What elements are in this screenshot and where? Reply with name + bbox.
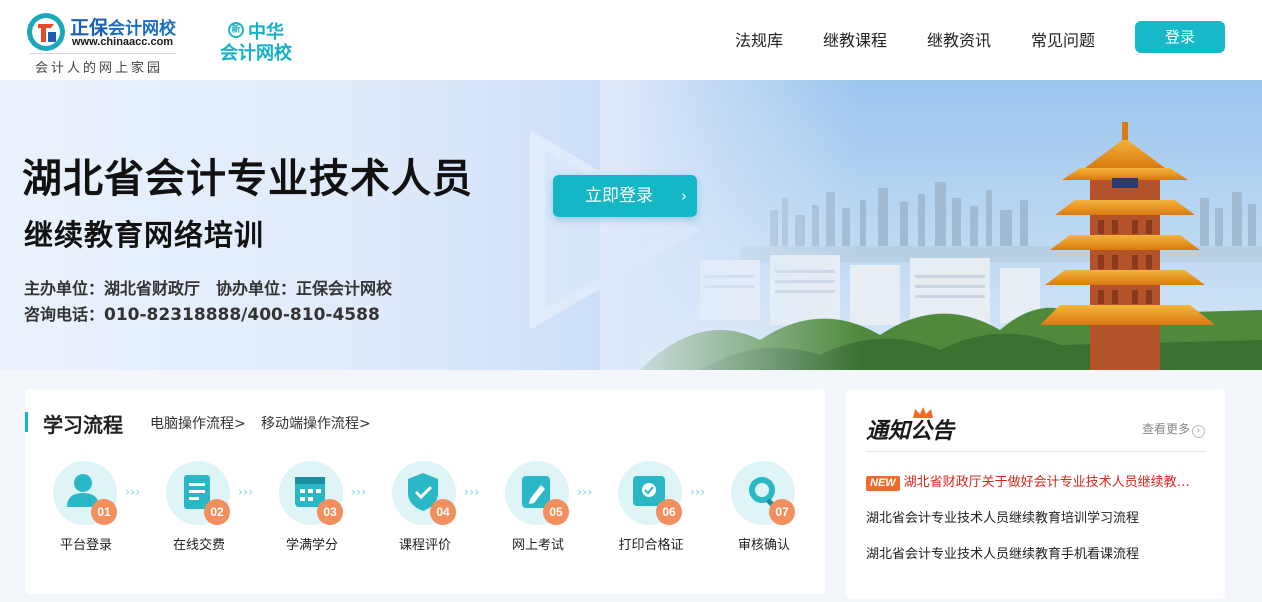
step-label: 打印合格证 bbox=[618, 538, 684, 553]
nav-law-library[interactable]: 法规库 bbox=[735, 27, 783, 51]
step-certificate[interactable]: 06 打印合格证 bbox=[616, 461, 686, 561]
login-now-button[interactable]: 立即登录 › bbox=[553, 175, 697, 217]
logo-slogan: 会计人的网上家园 bbox=[35, 61, 164, 76]
phone-number: 010-82318888/400-810-4588 bbox=[104, 305, 380, 325]
banner-organizer: 主办单位：湖北省财政厅 协办单位：正保会计网校 bbox=[24, 279, 393, 298]
step-arrow: › › › bbox=[464, 485, 479, 499]
view-more-label: 查看更多 bbox=[1142, 422, 1191, 436]
site-header: 正保会计网校 www.chinaacc.com 会计人的网上家园 新 中华 会计… bbox=[0, 0, 1262, 80]
zhonghua-logo[interactable]: 新 中华 会计网校 bbox=[218, 18, 308, 64]
step-exam[interactable]: 05 网上考试 bbox=[503, 461, 573, 561]
step-label: 在线交费 bbox=[172, 538, 225, 553]
banner-subtitle: 继续教育网络培训 bbox=[24, 218, 265, 252]
step-number: 02 bbox=[204, 499, 230, 525]
step-number: 06 bbox=[656, 499, 682, 525]
step-arrow: › › › bbox=[351, 485, 366, 499]
step-review[interactable]: 07 审核确认 bbox=[729, 461, 799, 561]
logo-url: www.chinaacc.com bbox=[72, 36, 174, 48]
mobile-guide-link[interactable]: 移动端操作流程> bbox=[261, 413, 371, 433]
step-credits[interactable]: 03 学满学分 bbox=[277, 461, 347, 561]
pc-guide-link[interactable]: 电脑操作流程> bbox=[150, 413, 246, 433]
nav-faq[interactable]: 常见问题 bbox=[1031, 27, 1095, 51]
chevron-right-icon: › bbox=[681, 187, 687, 205]
notice-title: 通知公告 bbox=[866, 418, 955, 444]
hero-banner: 湖北省会计专业技术人员 继续教育网络培训 主办单位：湖北省财政厅 协办单位：正保… bbox=[0, 80, 1262, 370]
step-number: 01 bbox=[91, 499, 117, 525]
notice-divider bbox=[866, 451, 1206, 452]
notice-item-text: 湖北省财政厅关于做好会计专业技术人员继续教育工作的通知 bbox=[903, 475, 1196, 490]
step-payment[interactable]: 02 在线交费 bbox=[164, 461, 234, 561]
section-accent-bar bbox=[25, 412, 28, 432]
step-evaluation[interactable]: 04 课程评价 bbox=[390, 461, 460, 561]
banner-phone: 咨询电话：010-82318888/400-810-4588 bbox=[24, 301, 380, 325]
notice-item[interactable]: NEW湖北省财政厅关于做好会计专业技术人员继续教育工作的通知 bbox=[866, 471, 1196, 491]
step-number: 03 bbox=[317, 499, 343, 525]
step-login[interactable]: 01 平台登录 bbox=[51, 461, 121, 561]
step-arrow: › › › bbox=[690, 485, 705, 499]
nav-courses[interactable]: 继教课程 bbox=[823, 27, 887, 51]
step-arrow: › › › bbox=[238, 485, 253, 499]
step-number: 07 bbox=[769, 499, 795, 525]
banner-title: 湖北省会计专业技术人员 bbox=[22, 156, 473, 202]
chinaacc-logo[interactable]: 正保会计网校 www.chinaacc.com 会计人的网上家园 bbox=[26, 10, 186, 76]
step-arrow: › › › bbox=[125, 485, 140, 499]
chevron-right-icon: › bbox=[1192, 425, 1206, 438]
step-label: 审核确认 bbox=[737, 538, 790, 553]
notice-item[interactable]: 湖北省会计专业技术人员继续教育培训学习流程 bbox=[866, 507, 1196, 526]
login-button[interactable]: 登录 bbox=[1135, 21, 1225, 53]
login-now-label: 立即登录 bbox=[585, 186, 653, 206]
notice-panel: 通知公告 查看更多› NEW湖北省财政厅关于做好会计专业技术人员继续教育工作的通… bbox=[846, 389, 1225, 599]
notice-item[interactable]: 湖北省会计专业技术人员继续教育手机看课流程 bbox=[866, 543, 1196, 562]
study-flow-title: 学习流程 bbox=[43, 413, 123, 437]
step-label: 课程评价 bbox=[398, 538, 451, 553]
step-label: 平台登录 bbox=[59, 538, 112, 553]
logo-divider bbox=[30, 53, 176, 54]
zhonghua-logo-line2: 会计网校 bbox=[220, 43, 292, 64]
nav-news[interactable]: 继教资讯 bbox=[927, 27, 991, 51]
step-number: 04 bbox=[430, 499, 456, 525]
study-flow-panel: 学习流程 电脑操作流程> 移动端操作流程> 01 平台登录 › › › 02 在… bbox=[25, 389, 825, 594]
step-label: 学满学分 bbox=[285, 538, 338, 553]
phone-label: 咨询电话： bbox=[24, 305, 105, 324]
new-tag: NEW bbox=[866, 476, 900, 491]
logo-emblem-icon bbox=[27, 13, 65, 51]
step-arrow: › › › bbox=[577, 485, 592, 499]
new-badge-icon: 新 bbox=[228, 22, 244, 38]
step-label: 网上考试 bbox=[511, 538, 564, 553]
step-number: 05 bbox=[543, 499, 569, 525]
view-more-link[interactable]: 查看更多 › bbox=[1142, 420, 1206, 438]
